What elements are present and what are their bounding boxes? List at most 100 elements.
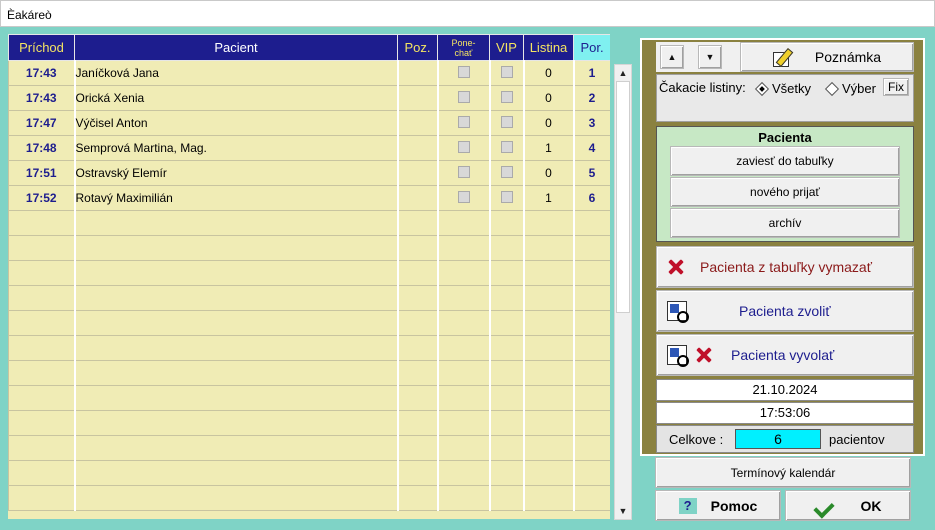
header-poz[interactable]: Poz.: [397, 34, 438, 61]
vip-checkbox[interactable]: [500, 140, 513, 153]
fix-button[interactable]: Fix: [883, 78, 909, 96]
cell-listina: [523, 360, 575, 386]
header-por[interactable]: Por.: [573, 34, 610, 61]
cell-ponechat: [437, 160, 491, 186]
cell-ponechat: [437, 385, 491, 411]
cell-ponechat: [437, 335, 491, 361]
table-row[interactable]: [8, 260, 610, 286]
ok-button[interactable]: OK: [785, 490, 911, 521]
cell-ponechat: [437, 485, 491, 511]
cell-time: 17:51: [8, 160, 76, 186]
help-label: Pomoc: [710, 497, 758, 514]
vip-checkbox[interactable]: [500, 165, 513, 178]
move-up-button[interactable]: ▲: [660, 45, 684, 69]
scroll-up-icon[interactable]: ▲: [615, 65, 631, 81]
keep-checkbox[interactable]: [457, 115, 470, 128]
cell-poz: [397, 410, 439, 436]
cell-name: Ostravský Elemír: [74, 160, 399, 186]
table-row[interactable]: 17:52 Rotavý Maximilián 1 6: [8, 185, 610, 211]
cell-ponechat: [437, 60, 491, 86]
total-count: 6: [735, 429, 821, 449]
header-listina[interactable]: Listina: [523, 34, 574, 61]
cell-ponechat: [437, 435, 491, 461]
vip-checkbox[interactable]: [500, 115, 513, 128]
table-row[interactable]: [8, 335, 610, 361]
table-row[interactable]: [8, 235, 610, 261]
cell-listina: [523, 235, 575, 261]
cell-poz: [397, 485, 439, 511]
cell-ponechat: [437, 210, 491, 236]
keep-checkbox[interactable]: [457, 65, 470, 78]
scroll-down-icon[interactable]: ▼: [615, 503, 631, 519]
vip-checkbox[interactable]: [500, 90, 513, 103]
cell-time: [8, 460, 76, 486]
waiting-lists-box: Čakacie listiny: Všetky Výber Fix: [656, 74, 914, 122]
cell-name: [74, 360, 399, 386]
table-row[interactable]: [8, 460, 610, 486]
scroll-thumb[interactable]: [616, 81, 630, 313]
keep-checkbox[interactable]: [457, 190, 470, 203]
table-row[interactable]: [8, 410, 610, 436]
cell-time: 17:48: [8, 135, 76, 161]
move-down-button[interactable]: ▼: [698, 45, 722, 69]
table-row[interactable]: [8, 310, 610, 336]
cell-name: [74, 310, 399, 336]
total-label: Celkove :: [669, 432, 724, 447]
add-to-table-button[interactable]: zaviesť do tabuľky: [670, 146, 900, 176]
patient-table: Príchod Pacient Poz. Pone- chať VIP List…: [8, 34, 610, 519]
cell-poz: [397, 110, 439, 136]
vip-checkbox[interactable]: [500, 65, 513, 78]
cell-name: [74, 210, 399, 236]
header-ponechat-line1: Pone-: [451, 37, 476, 48]
cell-time: [8, 435, 76, 461]
table-row[interactable]: [8, 485, 610, 511]
table-row[interactable]: 17:51 Ostravský Elemír 0 5: [8, 160, 610, 186]
radio-select[interactable]: Výber: [824, 81, 876, 96]
cell-listina: 1: [523, 185, 575, 211]
cell-vip: [489, 335, 525, 361]
cell-por: 5: [573, 160, 610, 186]
select-patient-button[interactable]: Pacienta zvoliť: [656, 290, 914, 332]
cell-listina: [523, 310, 575, 336]
table-row[interactable]: [8, 435, 610, 461]
keep-checkbox[interactable]: [457, 90, 470, 103]
cell-vip: [489, 310, 525, 336]
cell-poz: [397, 85, 439, 111]
waiting-lists-label: Čakacie listiny:: [659, 80, 746, 95]
cell-por: [573, 385, 610, 411]
vip-checkbox[interactable]: [500, 190, 513, 203]
table-row[interactable]: [8, 360, 610, 386]
admit-new-button[interactable]: nového prijať: [670, 177, 900, 207]
window-client: Príchod Pacient Poz. Pone- chať VIP List…: [0, 27, 935, 530]
header-ponechat[interactable]: Pone- chať: [437, 34, 490, 61]
cell-por: [573, 210, 610, 236]
archive-button[interactable]: archív: [670, 208, 900, 238]
cell-ponechat: [437, 410, 491, 436]
table-row[interactable]: 17:43 Orická Xenia 0 2: [8, 85, 610, 111]
keep-checkbox[interactable]: [457, 140, 470, 153]
header-prichod[interactable]: Príchod: [8, 34, 75, 61]
table-row[interactable]: [8, 385, 610, 411]
table-row[interactable]: 17:48 Semprová Martina, Mag. 1 4: [8, 135, 610, 161]
cell-listina: [523, 460, 575, 486]
call-patient-label: Pacienta vyvolať: [731, 347, 835, 363]
header-pacient[interactable]: Pacient: [74, 34, 398, 61]
call-patient-button[interactable]: Pacienta vyvolať: [656, 334, 914, 376]
cell-vip: [489, 410, 525, 436]
delete-patient-button[interactable]: Pacienta z tabuľky vymazať: [656, 246, 914, 288]
cell-listina: [523, 285, 575, 311]
calendar-button[interactable]: Termínový kalendár: [655, 457, 911, 488]
header-vip[interactable]: VIP: [489, 34, 524, 61]
table-row[interactable]: [8, 285, 610, 311]
table-row[interactable]: 17:47 Výčisel Anton 0 3: [8, 110, 610, 136]
note-button[interactable]: Poznámka: [740, 42, 914, 72]
table-row[interactable]: [8, 210, 610, 236]
help-button[interactable]: ? Pomoc: [655, 490, 781, 521]
table-scrollbar[interactable]: ▲ ▼: [614, 64, 632, 520]
cell-poz: [397, 335, 439, 361]
cell-vip: [489, 185, 525, 211]
table-row[interactable]: 17:43 Janíčková Jana 0 1: [8, 60, 610, 86]
keep-checkbox[interactable]: [457, 165, 470, 178]
cell-poz: [397, 160, 439, 186]
radio-all[interactable]: Všetky: [754, 81, 811, 96]
